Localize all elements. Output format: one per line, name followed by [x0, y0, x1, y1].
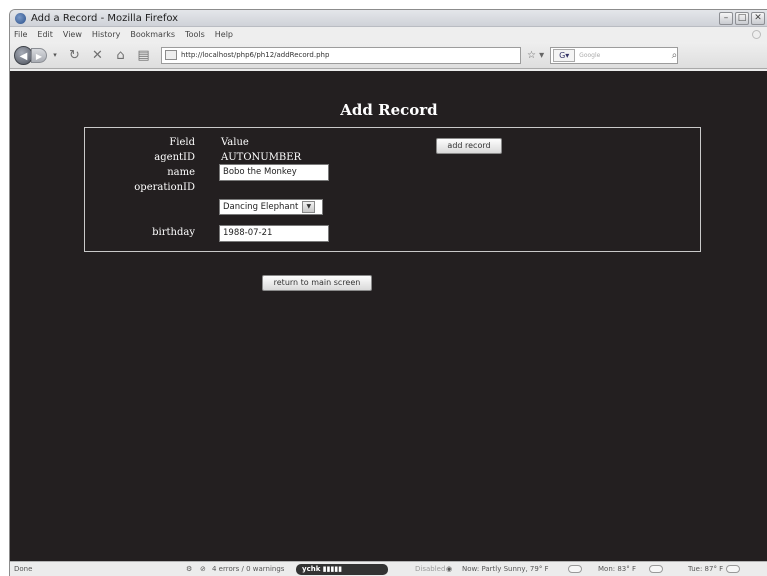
operationID-selected: Dancing Elephant	[223, 202, 299, 212]
cloud-icon	[568, 565, 582, 573]
search-bar[interactable]: G▾ Google ⌕	[550, 46, 679, 64]
record-form-box: Field Value agentID AUTONUMBER name Bobo…	[84, 127, 701, 252]
agentID-label: agentID	[154, 152, 195, 163]
chevron-down-icon[interactable]: ▼	[302, 201, 316, 213]
url-bar[interactable]: http://localhost/php6/ph12/addRecord.php	[161, 46, 521, 64]
agentID-value: AUTONUMBER	[221, 152, 302, 163]
cloud-icon	[726, 565, 740, 573]
value-header: Value	[221, 137, 249, 148]
google-engine-icon[interactable]: G▾	[553, 48, 576, 62]
firefox-icon	[15, 12, 26, 24]
page-content: Add Record Field Value agentID AUTONUMBE…	[10, 71, 767, 561]
window-controls: – □ ✕	[719, 11, 765, 25]
url-text[interactable]: http://localhost/php6/ph12/addRecord.php	[181, 51, 329, 59]
error-icon[interactable]: ⊘	[200, 565, 206, 573]
throbber-icon	[752, 30, 761, 39]
navigation-toolbar: ◀ ▶ ▾ ↻ ✕ ⌂ ▤ http://localhost/php6/ph12…	[10, 42, 767, 69]
bookmark-icon[interactable]: ▤	[136, 48, 151, 63]
menu-history[interactable]: History	[92, 30, 120, 39]
weather-mon[interactable]: Mon: 83° F	[598, 565, 636, 573]
birthday-field[interactable]: 1988-07-21	[219, 225, 329, 242]
maximize-button[interactable]: □	[735, 11, 749, 25]
status-done: Done	[14, 565, 33, 573]
page-title: Add Record	[340, 101, 438, 119]
name-field[interactable]: Bobo the Monkey	[219, 164, 329, 181]
sun-icon	[649, 565, 663, 573]
browser-window: Add a Record - Mozilla Firefox – □ ✕ Fil…	[9, 9, 767, 576]
operationID-select[interactable]: Dancing Elephant ▼	[219, 199, 323, 215]
yslow-badge[interactable]: ychk ▮▮▮▮▮	[296, 564, 388, 575]
menu-bar: File Edit View History Bookmarks Tools H…	[10, 27, 767, 42]
weather-now[interactable]: Now: Partly Sunny, 79° F	[462, 565, 549, 573]
name-label: name	[167, 167, 195, 178]
menu-file[interactable]: File	[14, 30, 27, 39]
status-disabled: Disabled	[415, 565, 446, 573]
add-record-button[interactable]: add record	[436, 138, 502, 154]
operationID-label: operationID	[134, 182, 195, 193]
home-icon[interactable]: ⌂	[113, 48, 128, 63]
page-icon	[165, 50, 177, 60]
window-title: Add a Record - Mozilla Firefox	[31, 12, 179, 24]
menu-tools[interactable]: Tools	[185, 30, 205, 39]
title-bar: Add a Record - Mozilla Firefox – □ ✕	[10, 10, 767, 27]
menu-view[interactable]: View	[63, 30, 82, 39]
menu-help[interactable]: Help	[215, 30, 233, 39]
addon-icon[interactable]: ⚙	[186, 565, 192, 573]
search-icon[interactable]: ⌕	[672, 50, 678, 61]
reload-icon[interactable]: ↻	[67, 48, 82, 63]
weather-tue[interactable]: Tue: 87° F	[688, 565, 723, 573]
minimize-button[interactable]: –	[719, 11, 733, 25]
history-dropdown-icon[interactable]: ▾	[51, 51, 59, 59]
close-button[interactable]: ✕	[751, 11, 765, 25]
return-to-main-button[interactable]: return to main screen	[262, 275, 372, 291]
stop-icon[interactable]: ✕	[90, 48, 105, 63]
field-header: Field	[169, 137, 195, 148]
status-bar: Done ⚙ ⊘ 4 errors / 0 warnings ychk ▮▮▮▮…	[10, 561, 767, 576]
forward-arrow-icon[interactable]: ▶	[31, 47, 47, 63]
menu-bookmarks[interactable]: Bookmarks	[130, 30, 175, 39]
search-placeholder: Google	[579, 51, 601, 59]
star-icon[interactable]: ☆ ▾	[527, 50, 544, 61]
error-count[interactable]: 4 errors / 0 warnings	[212, 565, 284, 573]
birthday-label: birthday	[152, 227, 195, 238]
menu-edit[interactable]: Edit	[37, 30, 53, 39]
weather-globe-icon: ◉	[446, 565, 453, 573]
